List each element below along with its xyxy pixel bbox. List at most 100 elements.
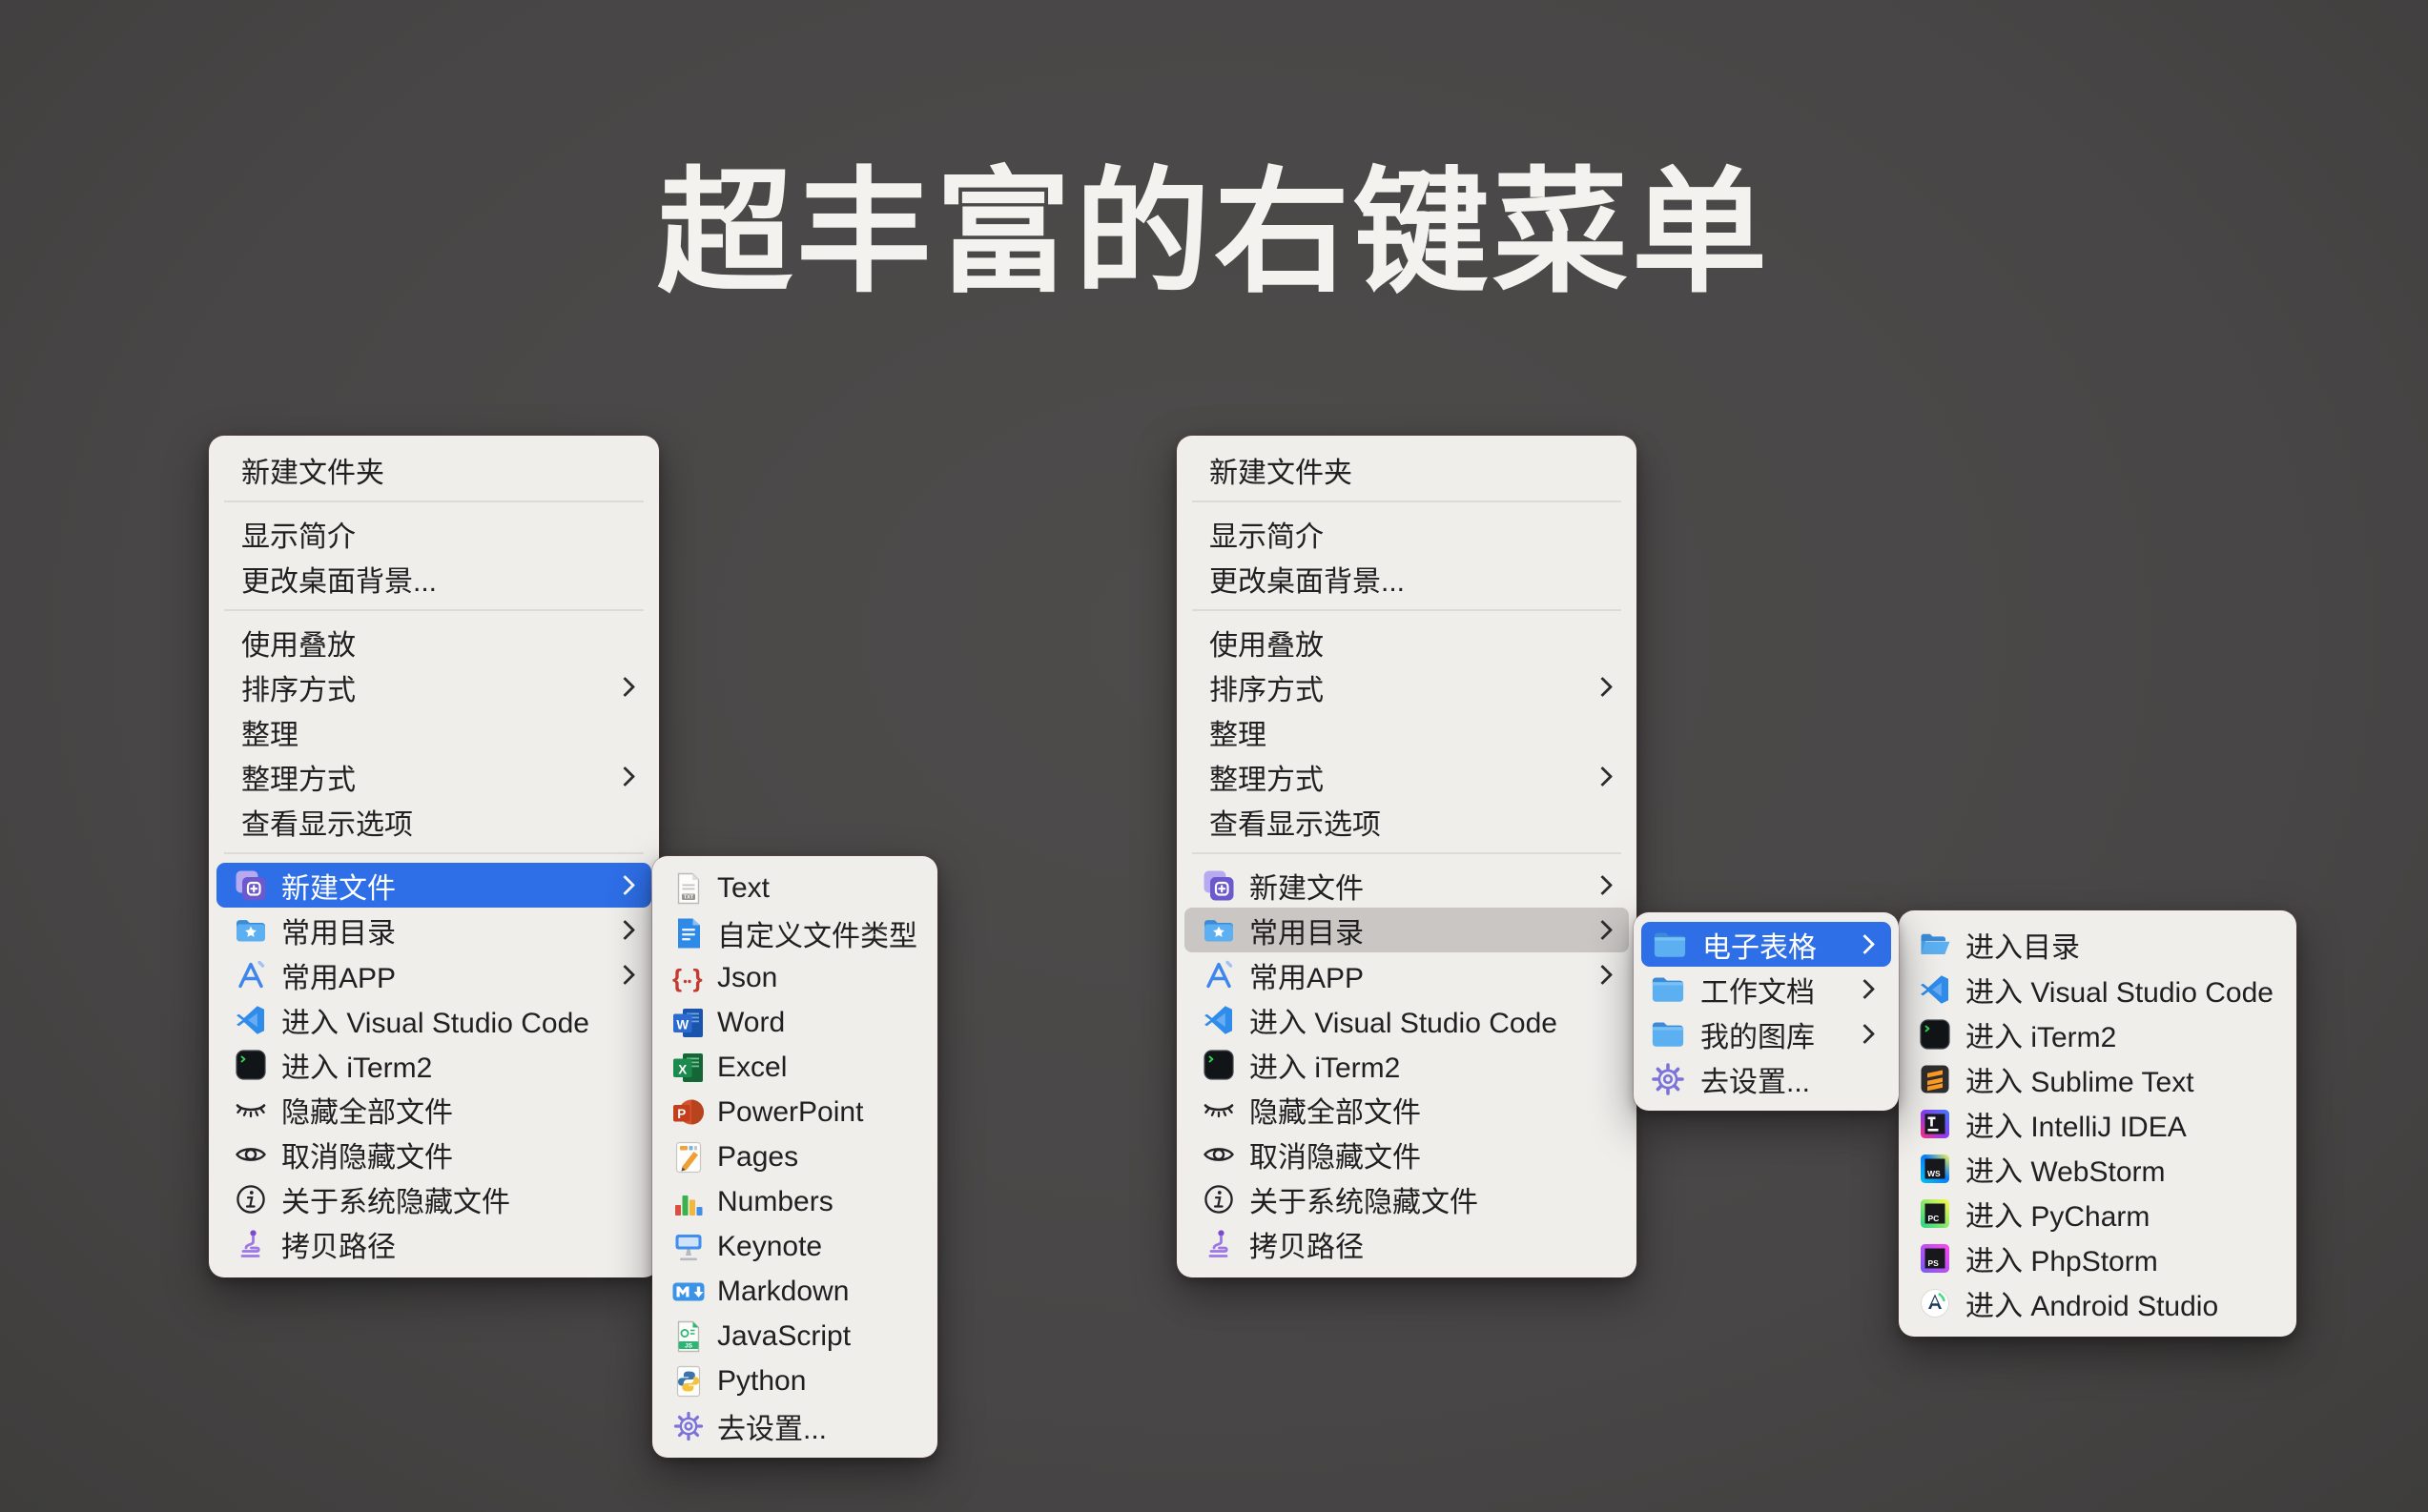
menu-item-label: 常用目录 (1249, 909, 1364, 951)
menu-separator (1192, 501, 1621, 502)
menu-item-label: 更改桌面背景... (241, 558, 437, 600)
chevron-right-icon (1584, 769, 1610, 784)
menu-item-use-stacks[interactable]: 使用叠放 (209, 620, 659, 664)
menu-item-show-view-options[interactable]: 查看显示选项 (209, 799, 659, 844)
info-icon (234, 1182, 268, 1216)
eye-icon (234, 1137, 268, 1172)
menu-item-go-settings[interactable]: 去设置... (652, 1403, 937, 1448)
intellij-icon (1918, 1107, 1952, 1141)
menu-item-new-folder[interactable]: 新建文件夹 (209, 447, 659, 492)
menu-item-open-vscode[interactable]: 进入 Visual Studio Code (209, 997, 659, 1042)
phpstorm-icon: PS (1918, 1241, 1952, 1276)
menu-item-favorite-apps[interactable]: 常用APP (1177, 952, 1636, 997)
menu-item-label: 进入 iTerm2 (1249, 1044, 1400, 1086)
folder-icon (1649, 972, 1687, 1007)
menu-item-open-iterm2[interactable]: 进入 iTerm2 (209, 1042, 659, 1087)
iterm2-icon (1202, 1048, 1236, 1082)
menu-item-get-info[interactable]: 显示简介 (1177, 511, 1636, 556)
menu-item-enter-intellij[interactable]: 进入 IntelliJ IDEA (1899, 1101, 2296, 1146)
menu-item-favorite-dirs[interactable]: 常用目录 (1184, 908, 1629, 952)
menu-item-new-file[interactable]: 新建文件 (1177, 863, 1636, 908)
eye-closed-icon (1202, 1093, 1236, 1127)
android-studio-icon (1918, 1286, 1952, 1320)
chevron-right-icon (1584, 923, 1610, 937)
menu-item-use-stacks[interactable]: 使用叠放 (1177, 620, 1636, 664)
menu-item-new-keynote[interactable]: Keynote (652, 1224, 937, 1269)
menu-item-new-file[interactable]: 新建文件 (216, 863, 651, 908)
info-icon (1202, 1182, 1236, 1216)
menu-item-spreadsheets-dir[interactable]: 电子表格 (1641, 922, 1891, 967)
svg-text:JS: JS (685, 1342, 693, 1349)
menu-item-enter-android-studio[interactable]: 进入 Android Studio (1899, 1280, 2296, 1325)
menu-item-new-markdown[interactable]: Markdown (652, 1269, 937, 1314)
app-store-icon (1202, 958, 1236, 992)
menu-separator (224, 852, 644, 854)
menu-item-copy-path[interactable]: 拷贝路径 (209, 1221, 659, 1266)
svg-text:P: P (677, 1107, 686, 1121)
menu-item-enter-directory[interactable]: 进入目录 (1899, 922, 2296, 967)
menu-item-new-text[interactable]: TXTText (652, 866, 937, 910)
menu-item-label: 拷贝路径 (281, 1223, 396, 1265)
menu-item-work-docs-dir[interactable]: 工作文档 (1634, 967, 1899, 1011)
submenu-enter-with: 进入目录 进入 Visual Studio Code 进入 iTerm2 进入 … (1899, 910, 2296, 1337)
menu-item-favorite-dirs[interactable]: 常用目录 (209, 908, 659, 952)
menu-item-new-custom-type[interactable]: 自定义文件类型 (652, 910, 937, 955)
menu-item-clean-up[interactable]: 整理 (1177, 709, 1636, 754)
menu-item-new-python[interactable]: Python (652, 1359, 937, 1403)
sublime-icon (1918, 1062, 1952, 1096)
menu-item-hide-all-files[interactable]: 隐藏全部文件 (1177, 1087, 1636, 1132)
menu-item-enter-vscode[interactable]: 进入 Visual Studio Code (1899, 967, 2296, 1011)
keynote-icon (671, 1230, 706, 1264)
menu-item-about-hidden-files[interactable]: 关于系统隐藏文件 (1177, 1176, 1636, 1221)
menu-item-label: 自定义文件类型 (717, 912, 917, 954)
menu-item-clean-up-by[interactable]: 整理方式 (1177, 754, 1636, 799)
menu-item-new-numbers[interactable]: Numbers (652, 1179, 937, 1224)
menu-item-favorite-apps[interactable]: 常用APP (209, 952, 659, 997)
folder-open-icon (1918, 928, 1952, 962)
numbers-icon (671, 1185, 706, 1219)
chevron-right-icon (607, 878, 632, 892)
menu-item-enter-pycharm[interactable]: PC进入 PyCharm (1899, 1191, 2296, 1236)
menu-item-change-wallpaper[interactable]: 更改桌面背景... (209, 556, 659, 601)
menu-item-open-iterm2[interactable]: 进入 iTerm2 (1177, 1042, 1636, 1087)
menu-item-label: 使用叠放 (241, 622, 356, 664)
menu-item-change-wallpaper[interactable]: 更改桌面背景... (1177, 556, 1636, 601)
menu-item-new-javascript[interactable]: JSJavaScript (652, 1314, 937, 1359)
menu-item-sort-by[interactable]: 排序方式 (209, 664, 659, 709)
pages-icon (671, 1140, 706, 1175)
menu-item-label: 关于系统隐藏文件 (281, 1178, 510, 1220)
menu-item-label: 整理 (1209, 711, 1266, 753)
menu-item-new-pages[interactable]: Pages (652, 1134, 937, 1179)
menu-item-gallery-dir[interactable]: 我的图库 (1634, 1011, 1899, 1056)
menu-item-enter-webstorm[interactable]: WS进入 WebStorm (1899, 1146, 2296, 1191)
svg-text:PC: PC (1928, 1214, 1940, 1223)
menu-item-new-json[interactable]: {}Json (652, 955, 937, 1000)
menu-item-label: 隐藏全部文件 (281, 1089, 453, 1131)
menu-item-unhide-files[interactable]: 取消隐藏文件 (209, 1132, 659, 1176)
menu-item-label: 整理方式 (1209, 756, 1324, 798)
menu-item-new-excel[interactable]: XExcel (652, 1045, 937, 1090)
menu-item-get-info[interactable]: 显示简介 (209, 511, 659, 556)
context-menu-right: 新建文件夹 显示简介 更改桌面背景... 使用叠放 排序方式 整理 整理方式 查… (1177, 436, 1636, 1277)
menu-item-new-word[interactable]: WWord (652, 1000, 937, 1045)
menu-item-label: 电子表格 (1702, 924, 1817, 966)
menu-item-clean-up-by[interactable]: 整理方式 (209, 754, 659, 799)
menu-item-show-view-options[interactable]: 查看显示选项 (1177, 799, 1636, 844)
chevron-right-icon (1846, 982, 1872, 996)
menu-item-label: 进入 Visual Studio Code (281, 999, 589, 1041)
menu-item-label: 工作文档 (1700, 969, 1815, 1011)
menu-item-unhide-files[interactable]: 取消隐藏文件 (1177, 1132, 1636, 1176)
menu-item-hide-all-files[interactable]: 隐藏全部文件 (209, 1087, 659, 1132)
menu-item-copy-path[interactable]: 拷贝路径 (1177, 1221, 1636, 1266)
menu-item-about-hidden-files[interactable]: 关于系统隐藏文件 (209, 1176, 659, 1221)
menu-item-open-vscode[interactable]: 进入 Visual Studio Code (1177, 997, 1636, 1042)
menu-item-enter-phpstorm[interactable]: PS进入 PhpStorm (1899, 1236, 2296, 1280)
menu-item-enter-iterm2[interactable]: 进入 iTerm2 (1899, 1011, 2296, 1056)
menu-item-new-powerpoint[interactable]: PPowerPoint (652, 1090, 937, 1134)
menu-item-sort-by[interactable]: 排序方式 (1177, 664, 1636, 709)
menu-item-new-folder[interactable]: 新建文件夹 (1177, 447, 1636, 492)
menu-item-go-settings[interactable]: 去设置... (1634, 1056, 1899, 1101)
menu-item-clean-up[interactable]: 整理 (209, 709, 659, 754)
context-menu-left: 新建文件夹 显示简介 更改桌面背景... 使用叠放 排序方式 整理 整理方式 查… (209, 436, 659, 1277)
menu-item-enter-sublime[interactable]: 进入 Sublime Text (1899, 1056, 2296, 1101)
